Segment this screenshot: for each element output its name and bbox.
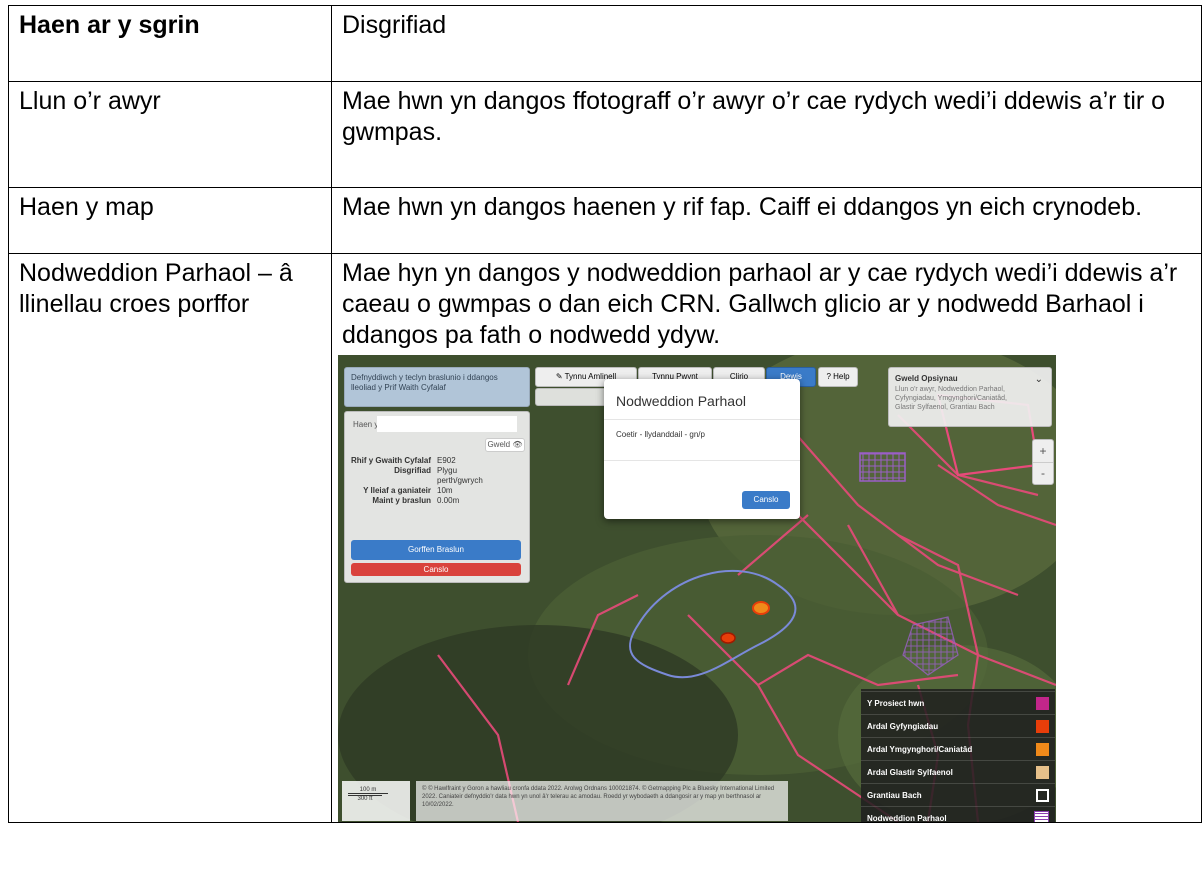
legend-label: Grantiau Bach [867, 790, 922, 800]
map-screenshot: Defnyddiwch y teclyn braslunio i ddangos… [338, 355, 1056, 822]
legend-label: Ardal Gyfyngiadau [867, 721, 939, 731]
legend-label: Y Prosiect hwn [867, 698, 925, 708]
table-row: Nodweddion Parhaol – â llinellau croes p… [8, 253, 1202, 823]
pencil-icon: ✎ [555, 372, 563, 381]
legend-swatch [1036, 719, 1049, 733]
legend-label: Ardal Ymgynghori/Caniatâd [867, 744, 973, 754]
cancel-sketch-button[interactable]: Canslo [351, 563, 521, 576]
row-description: Mae hwn yn dangos ffotograff o’r awyr o’… [331, 81, 1202, 188]
options-title: Gweld Opsiynau [895, 374, 958, 383]
table-header-row: Haen ar y sgrin Disgrifiad [8, 5, 1202, 82]
zoom-in-button[interactable]: + [1033, 440, 1053, 463]
sketch-info-text: Defnyddiwch y teclyn braslunio i ddangos… [351, 373, 498, 392]
field-row: Maint y braslun 0.00m [372, 496, 460, 505]
help-button[interactable]: ? Help [818, 367, 858, 387]
options-text: Llun o'r awyr, Nodweddion Parhaol, Cyfyn… [895, 386, 1007, 411]
modal-cancel-button[interactable]: Canslo [742, 491, 790, 509]
row-layer: Haen y map [8, 187, 332, 254]
field-row: Y lleiaf a ganiateir 10m [363, 486, 453, 495]
table-row: Haen y map Mae hwn yn dangos haenen y ri… [8, 187, 1202, 254]
legend-item: Nodweddion Parhaol [861, 806, 1055, 822]
legend-swatch [1036, 742, 1049, 756]
finish-sketch-button[interactable]: Gorffen Braslun [351, 540, 521, 560]
redacted-box [377, 416, 517, 432]
map-copyright: © © Hawlfraint y Goron a hawliau cronfa … [416, 781, 788, 821]
row-layer: Nodweddion Parhaol – â llinellau croes p… [8, 253, 332, 823]
row-description: Mae hwn yn dangos haenen y rif fap. Caif… [331, 187, 1202, 254]
scale-bar: 100 m 300 ft [342, 781, 410, 821]
modal-body: Coetir - llydanddail - gn/p [604, 420, 800, 461]
legend-item: Ardal Gyfyngiadau [861, 714, 1055, 737]
legend-swatch [1034, 810, 1049, 822]
modal-title: Nodweddion Parhaol [604, 379, 800, 420]
legend-item: Grantiau Bach [861, 783, 1055, 806]
legend-swatch [1036, 765, 1049, 779]
legend-swatch [1036, 788, 1049, 802]
field-row: Rhif y Gwaith Cyfalaf E902 [350, 456, 456, 465]
field-row: Disgrifiad Plygu perth/gwrych [394, 466, 483, 485]
legend-item: Ardal Ymgynghori/Caniatâd [861, 737, 1055, 760]
map-legend: Y Prosiect hwn Ardal Gyfyngiadau Ardal Ymg… [861, 689, 1055, 822]
row-layer: Llun o’r awyr [8, 81, 332, 188]
zoom-out-button[interactable]: - [1033, 463, 1053, 484]
row-description: Mae hyn yn dangos y nodweddion parhaol a… [342, 259, 1178, 349]
legend-item: Ardal Glastir Sylfaenol [861, 760, 1055, 783]
legend-swatch [1036, 696, 1049, 710]
layers-table: Haen ar y sgrin Disgrifiad Llun o’r awyr… [8, 5, 1202, 823]
permanent-features-modal: Nodweddion Parhaol Coetir - llydanddail … [604, 379, 800, 519]
legend-label: Ardal Glastir Sylfaenol [867, 767, 953, 777]
legend-label: Nodweddion Parhaol [867, 813, 947, 823]
sketch-fields: Rhif y Gwaith Cyfalaf E902 Disgrifiad Plyg… [349, 456, 525, 506]
zoom-control: + - [1032, 439, 1054, 485]
eye-icon: 👁 [512, 440, 523, 449]
legend-item: Y Prosiect hwn [861, 691, 1055, 714]
header-description: Disgrifiad [331, 5, 1202, 82]
view-options-panel[interactable]: Gweld Opsiynau Llun o'r awyr, Nodweddion… [888, 367, 1052, 427]
show-button[interactable]: Gweld 👁 [485, 438, 525, 452]
sketch-panel: Haen y map Gweld 👁 Rhif y Gwaith Cyfalaf… [344, 411, 530, 583]
sketch-info-box: Defnyddiwch y teclyn braslunio i ddangos… [344, 367, 530, 407]
table-row: Llun o’r awyr Mae hwn yn dangos ffotogra… [8, 81, 1202, 188]
chevron-down-icon[interactable]: ⌄ [1035, 374, 1043, 385]
header-layer: Haen ar y sgrin [8, 5, 332, 82]
